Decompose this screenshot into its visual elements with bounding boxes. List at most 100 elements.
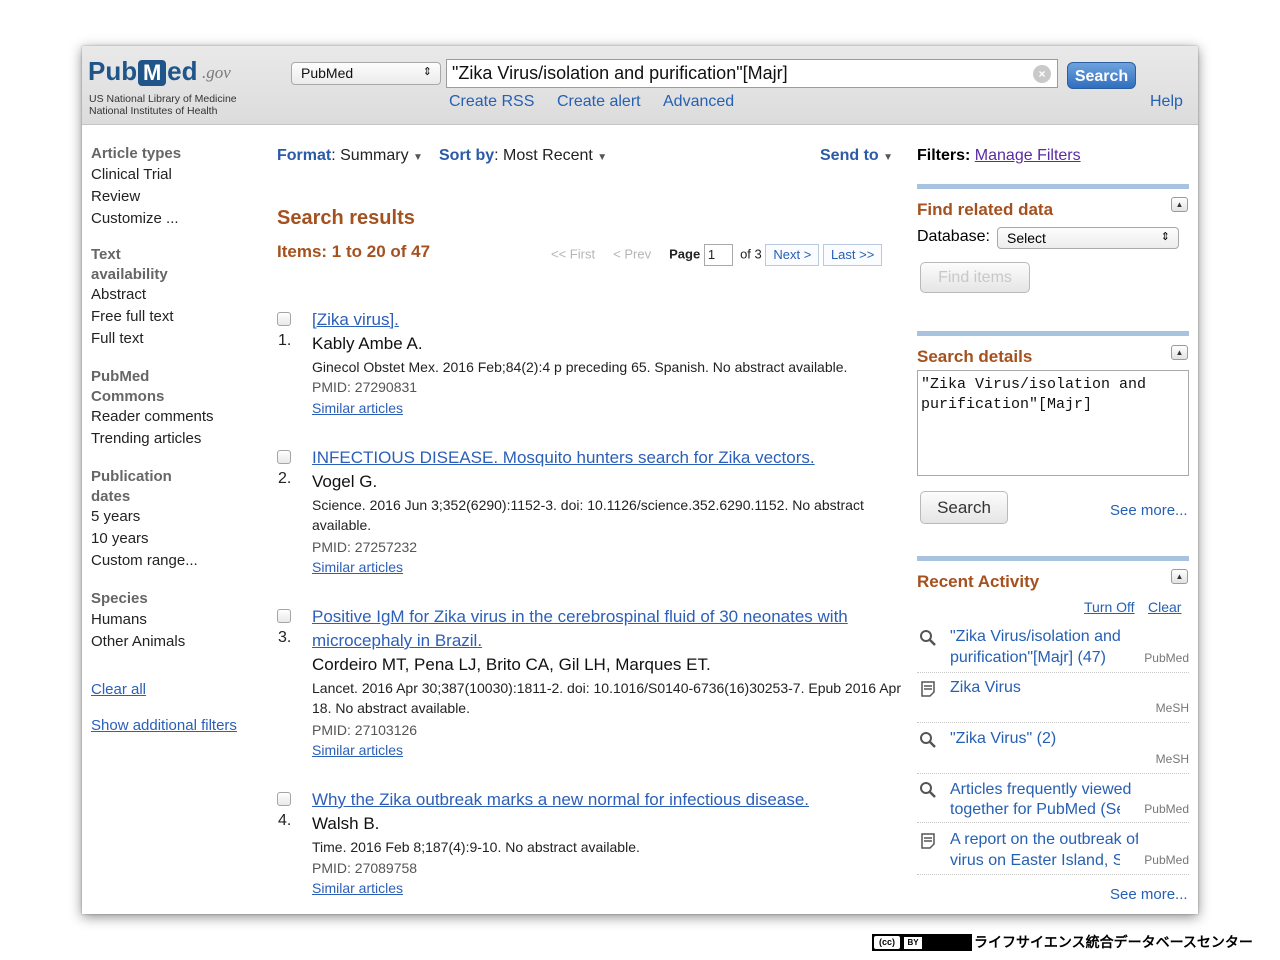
similar-articles-link[interactable]: Similar articles <box>312 880 403 896</box>
related-database-select[interactable]: Select ⇕ <box>997 227 1179 249</box>
recent-activity-source: MeSH <box>1155 752 1189 766</box>
filter-item-review[interactable]: Review <box>91 186 261 208</box>
create-alert-link[interactable]: Create alert <box>557 93 641 111</box>
recent-activity-text: "Zika Virus/isolation and <box>950 628 1121 645</box>
search-details-see-more[interactable]: See more... <box>1110 502 1188 519</box>
result-source: Science. 2016 Jun 3;352(6290):1152-3. do… <box>312 497 864 533</box>
database-select-value: PubMed <box>301 65 354 81</box>
search-details-button[interactable]: Search <box>920 491 1008 524</box>
filter-item-free-full-text[interactable]: Free full text <box>91 306 191 328</box>
find-items-button[interactable]: Find items <box>920 262 1030 293</box>
turn-off-link[interactable]: Turn Off <box>1084 599 1135 615</box>
search-details-textarea[interactable]: "Zika Virus/isolation and purification"[… <box>917 370 1189 476</box>
recent-activity-text: together for PubMed (Sele <box>950 801 1120 818</box>
filter-item-abstract[interactable]: Abstract <box>91 284 191 306</box>
send-to-dropdown[interactable]: Send to ▼ <box>820 147 893 165</box>
result-title-link[interactable]: Why the Zika outbreak marks a new normal… <box>312 788 809 812</box>
select-arrows-icon: ⇕ <box>422 66 432 78</box>
show-additional-filters-link[interactable]: Show additional filters <box>91 717 237 734</box>
create-rss-link[interactable]: Create RSS <box>449 93 534 111</box>
database-label: Database: <box>917 228 990 245</box>
filter-item-humans[interactable]: Humans <box>91 609 261 631</box>
filter-item-10-years[interactable]: 10 years <box>91 528 191 550</box>
separator <box>917 773 1189 774</box>
pager: << First < Prev Page 1 of 3 Next > Last … <box>551 244 883 266</box>
result-pmid: PMID: 27257232 <box>312 539 418 555</box>
credit-text: ライフサイエンス統合データベースセンター <box>974 935 1253 951</box>
result-checkbox[interactable] <box>277 609 291 623</box>
filter-item-customize[interactable]: Customize ... <box>91 208 261 230</box>
result-checkbox[interactable] <box>277 792 291 806</box>
sort-value: Most Recent <box>503 147 593 164</box>
result-item: 4. Why the Zika outbreak marks a new nor… <box>277 788 902 908</box>
separator <box>917 672 1189 673</box>
filter-item-reader-comments[interactable]: Reader comments <box>91 406 214 428</box>
recent-activity-source: PubMed <box>1144 853 1189 867</box>
header-bar: Pub Med .gov US National Library of Medic… <box>82 46 1198 125</box>
collapse-toggle-icon[interactable]: ▲ <box>1171 345 1188 360</box>
clear-activity-link[interactable]: Clear <box>1148 599 1181 615</box>
result-item: 3. Positive IgM for Zika virus in the ce… <box>277 605 902 765</box>
result-source: Ginecol Obstet Mex. 2016 Feb;84(2):4 p p… <box>312 359 848 375</box>
page-number-input[interactable]: 1 <box>703 244 733 266</box>
logo-wordmark: Pub Med <box>88 56 198 86</box>
recent-activity-source: PubMed <box>1144 802 1189 816</box>
filters-label: Filters: <box>917 147 971 164</box>
filter-species: Species Humans Other Animals <box>91 589 261 653</box>
recent-activity-text: purification"[Majr] (47) <box>950 649 1106 666</box>
similar-articles-link[interactable]: Similar articles <box>312 742 403 758</box>
collapse-toggle-icon[interactable]: ▲ <box>1171 569 1188 584</box>
result-pmid: PMID: 27089758 <box>312 860 418 876</box>
manage-filters-link[interactable]: Manage Filters <box>975 147 1081 164</box>
filter-publication-dates: Publication dates 5 years 10 years Custo… <box>91 467 198 572</box>
sort-dropdown[interactable]: Sort by: Most Recent ▼ <box>439 147 607 165</box>
help-link[interactable]: Help <box>1150 93 1183 111</box>
search-button[interactable]: Search <box>1067 62 1136 89</box>
search-icon <box>920 782 936 798</box>
cc-logo-icon: (cc) <box>874 935 900 949</box>
result-title-link[interactable]: INFECTIOUS DISEASE. Mosquito hunters sea… <box>312 446 815 470</box>
filter-heading: Article types <box>91 145 182 162</box>
similar-articles-link[interactable]: Similar articles <box>312 400 403 416</box>
select-arrows-icon: ⇕ <box>1160 231 1170 243</box>
filter-item-trending-articles[interactable]: Trending articles <box>91 428 201 450</box>
result-title-link[interactable]: Positive IgM for Zika virus in the cereb… <box>312 605 887 653</box>
result-title-link[interactable]: [Zika virus]. <box>312 308 399 332</box>
send-to-label: Send to <box>820 147 879 164</box>
filters-row: Filters: Manage Filters <box>917 147 1081 165</box>
collapse-toggle-icon[interactable]: ▲ <box>1171 197 1188 212</box>
result-checkbox[interactable] <box>277 450 291 464</box>
caret-down-icon: ▼ <box>597 152 608 163</box>
filter-item-clinical-trial[interactable]: Clinical Trial <box>91 164 261 186</box>
search-details-title: Search details <box>917 347 1033 366</box>
clear-all-link[interactable]: Clear all <box>91 681 146 698</box>
find-related-data-title: Find related data <box>917 200 1054 219</box>
pager-last-button[interactable]: Last >> <box>822 244 883 266</box>
format-dropdown[interactable]: Format: Summary ▼ <box>277 147 423 165</box>
advanced-search-link[interactable]: Advanced <box>663 93 734 111</box>
result-number: 4. <box>278 812 292 829</box>
recent-activity-text: Articles frequently viewed <box>950 781 1132 798</box>
database-select[interactable]: PubMed ⇕ <box>291 62 441 85</box>
filter-item-custom-range[interactable]: Custom range... <box>91 550 198 572</box>
recent-activity-see-more[interactable]: See more... <box>1110 886 1188 903</box>
similar-articles-link[interactable]: Similar articles <box>312 559 403 575</box>
pubmed-logo[interactable]: Pub Med .gov US National Library of Medic… <box>88 50 263 118</box>
pager-next-button[interactable]: Next > <box>765 244 820 266</box>
filter-item-5-years[interactable]: 5 years <box>91 506 191 528</box>
search-input[interactable]: "Zika Virus/isolation and purification"[… <box>446 59 1058 88</box>
result-checkbox[interactable] <box>277 312 291 326</box>
filter-item-full-text[interactable]: Full text <box>91 328 191 350</box>
cc-by-badge: (cc) BY <box>872 933 972 951</box>
sort-label: Sort by <box>439 147 495 164</box>
result-authors: Kably Ambe A. <box>312 334 423 353</box>
search-icon <box>920 732 936 748</box>
filter-heading: Species <box>91 590 148 607</box>
result-number: 3. <box>278 629 292 646</box>
caret-down-icon: ▼ <box>883 152 894 163</box>
logo-nih-text: National Institutes of Health <box>89 105 218 117</box>
filter-item-other-animals[interactable]: Other Animals <box>91 631 261 653</box>
clear-search-icon[interactable]: × <box>1033 65 1051 83</box>
format-label: Format <box>277 147 332 164</box>
filter-heading: Text availability <box>91 246 168 283</box>
